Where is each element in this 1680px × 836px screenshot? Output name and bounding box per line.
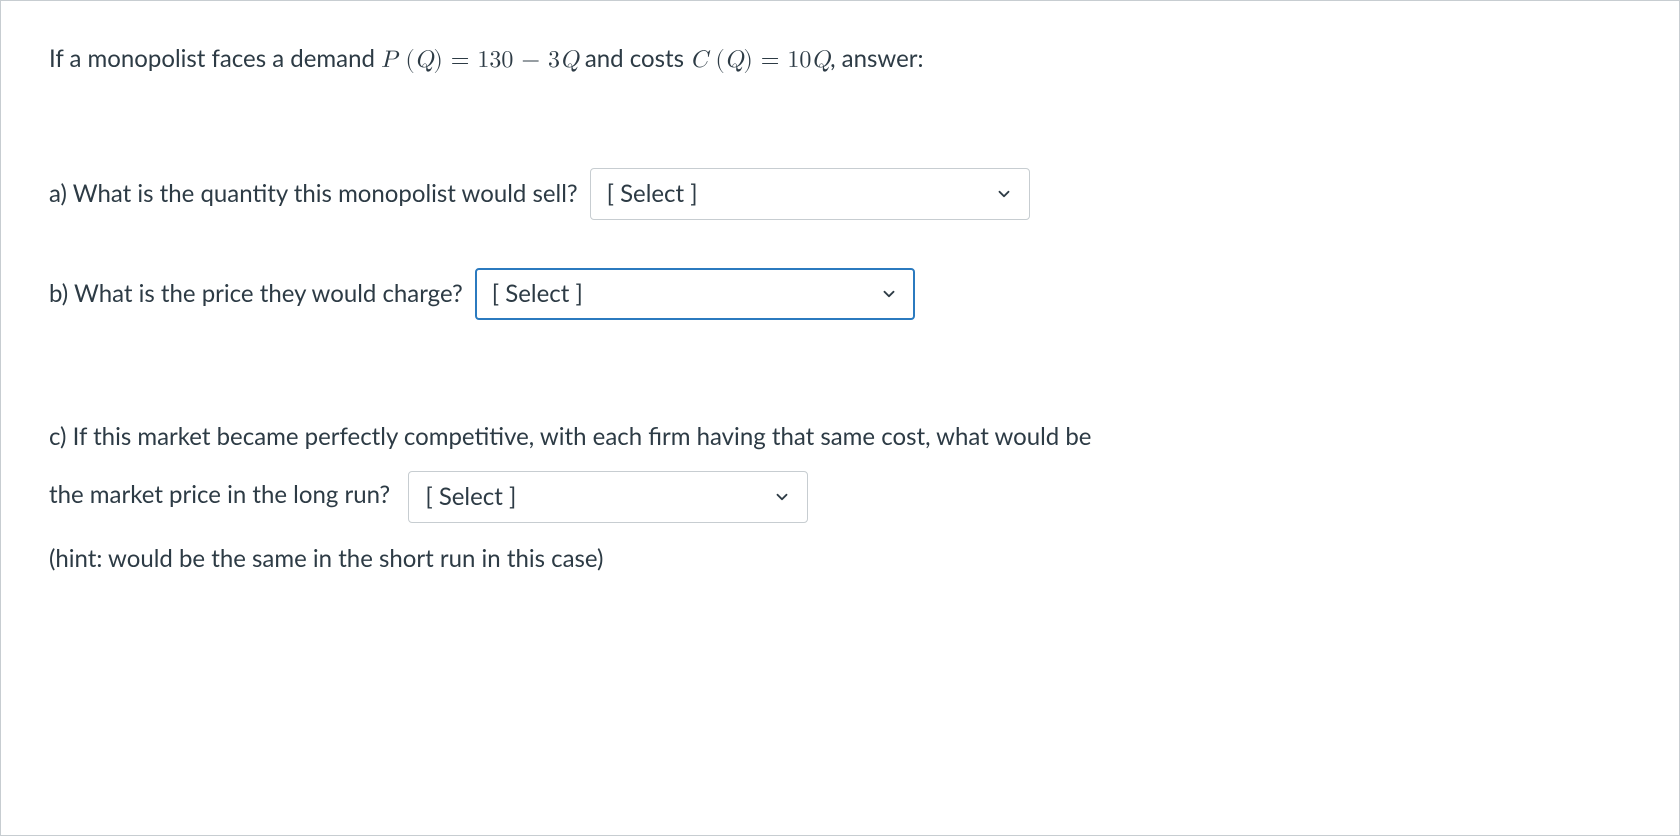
intro-text-prefix: If a monopolist faces a demand xyxy=(49,44,381,73)
chevron-down-icon xyxy=(773,488,791,506)
question-intro: If a monopolist faces a demand P (Q) = 1… xyxy=(49,41,1631,78)
intro-text-mid: and costs xyxy=(579,44,690,73)
question-c-text: c) If this market became perfectly compe… xyxy=(49,408,1631,523)
question-c-select[interactable]: [ Select ] xyxy=(408,471,808,523)
intro-text-suffix: , answer: xyxy=(830,44,923,73)
question-b-label: b) What is the price they would charge? xyxy=(49,276,463,312)
question-b-select[interactable]: [ Select ] xyxy=(475,268,915,320)
cost-tail-q: Q xyxy=(811,48,830,72)
question-a-row: a) What is the quantity this monopolist … xyxy=(49,168,1631,220)
chevron-down-icon xyxy=(880,285,898,303)
cost-function-c: C xyxy=(690,48,707,72)
select-placeholder: [ Select ] xyxy=(607,176,698,212)
select-placeholder: [ Select ] xyxy=(492,276,583,312)
demand-function-q: Q xyxy=(415,48,434,72)
question-c-block: c) If this market became perfectly compe… xyxy=(49,408,1631,577)
close-paren: ) xyxy=(433,48,442,72)
question-c-hint: (hint: would be the same in the short ru… xyxy=(49,541,1631,577)
open-paren: ( xyxy=(397,48,414,72)
question-c-label-part2: the market price in the long run? xyxy=(49,480,390,509)
cost-function-q: Q xyxy=(725,48,744,72)
question-a-select[interactable]: [ Select ] xyxy=(590,168,1030,220)
demand-function-p: P xyxy=(381,48,397,72)
question-a-label: a) What is the quantity this monopolist … xyxy=(49,176,578,212)
demand-equals: = 130 − 3 xyxy=(443,48,560,72)
spacer xyxy=(49,368,1631,408)
demand-tail-q: Q xyxy=(560,48,579,72)
close-paren-2: ) xyxy=(743,48,752,72)
select-placeholder: [ Select ] xyxy=(425,468,516,526)
question-c-label-part1: c) If this market became perfectly compe… xyxy=(49,422,1091,451)
cost-equals: = 10 xyxy=(753,48,812,72)
question-b-row: b) What is the price they would charge? … xyxy=(49,268,1631,320)
open-paren-2: ( xyxy=(707,48,724,72)
chevron-down-icon xyxy=(995,185,1013,203)
question-container: If a monopolist faces a demand P (Q) = 1… xyxy=(0,0,1680,836)
